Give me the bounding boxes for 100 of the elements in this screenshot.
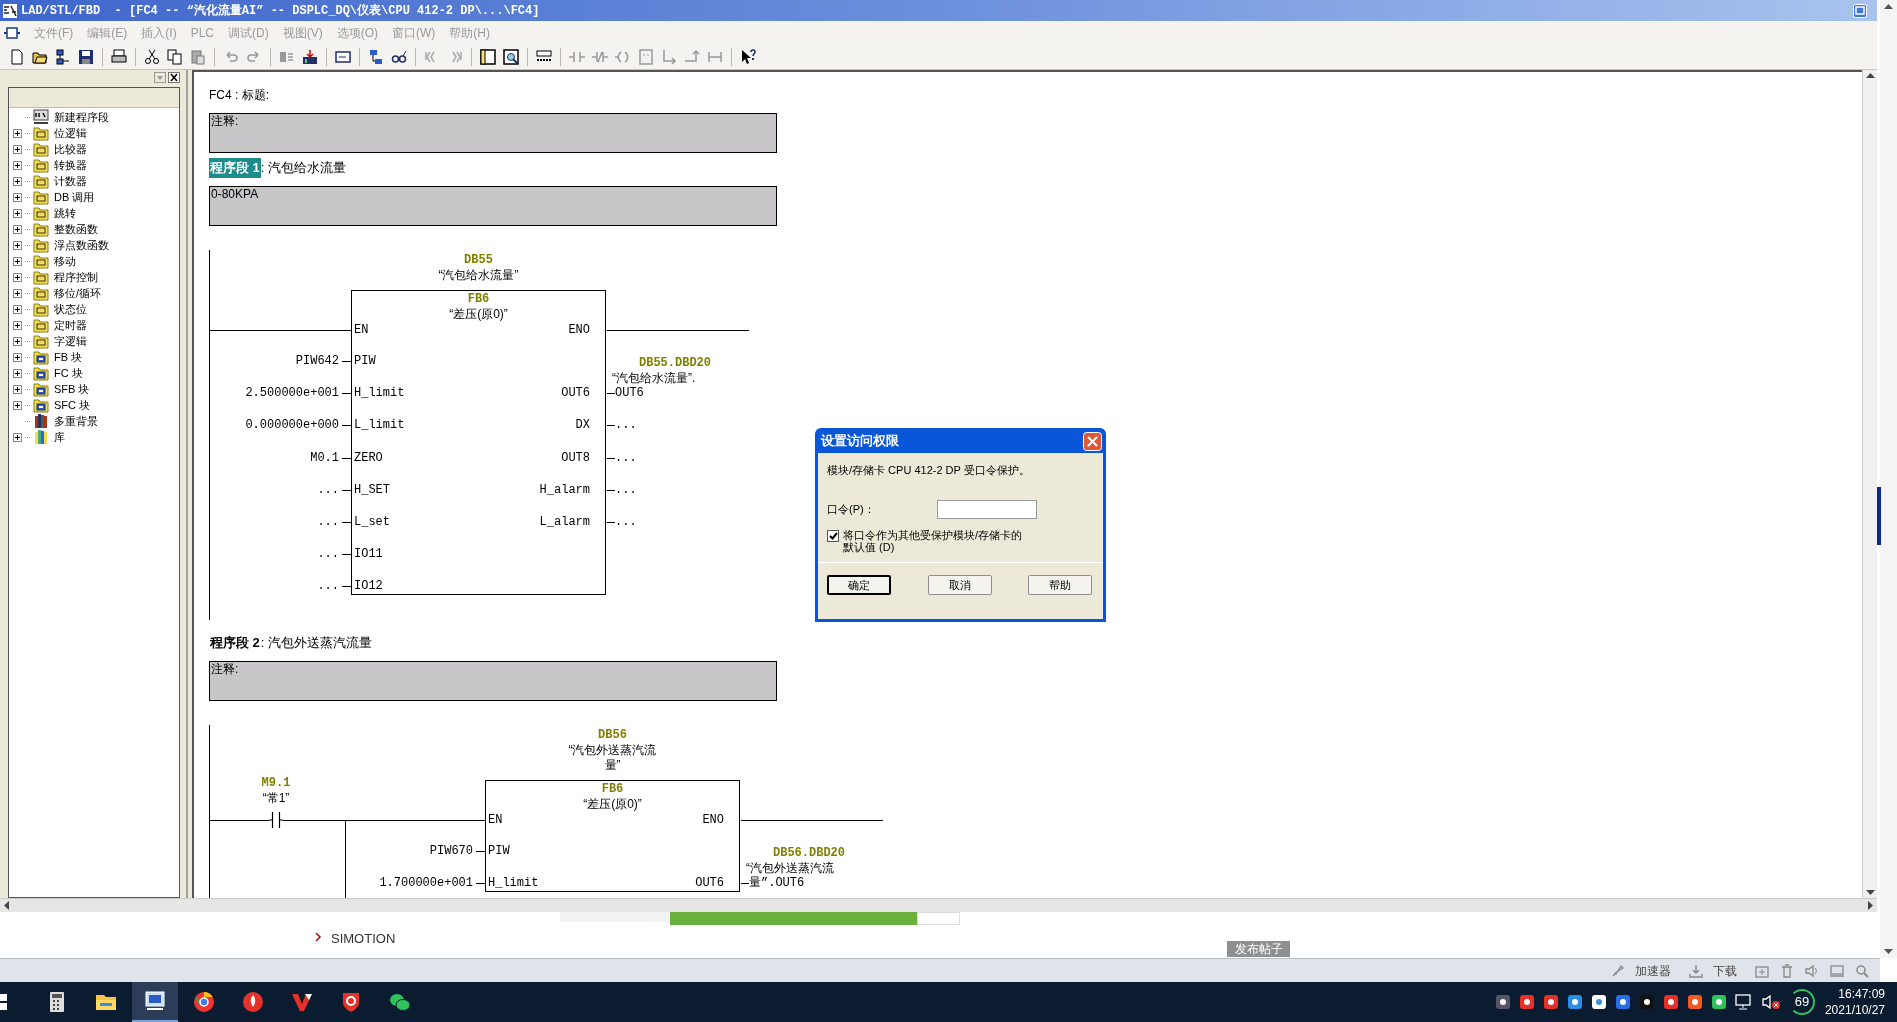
block-icon[interactable]: [4, 26, 20, 39]
expand-icon[interactable]: [13, 336, 22, 346]
expand-icon[interactable]: [13, 288, 22, 298]
tree-item[interactable]: 计数器: [54, 174, 87, 188]
expand-icon[interactable]: [13, 432, 22, 442]
expand-icon[interactable]: [13, 128, 22, 138]
dialog-button[interactable]: 取消: [927, 575, 992, 595]
comment-box[interactable]: 注释:: [209, 661, 777, 701]
maximize-icon[interactable]: [1853, 3, 1867, 18]
expand-icon[interactable]: [13, 320, 22, 330]
redo-icon[interactable]: [246, 48, 262, 65]
expand-icon[interactable]: [13, 240, 22, 250]
zoom-window-icon[interactable]: [503, 48, 519, 65]
tree-item[interactable]: 状态位: [54, 302, 87, 316]
expand-icon[interactable]: [13, 160, 22, 170]
undo-icon[interactable]: [223, 48, 239, 65]
expand-icon[interactable]: [13, 352, 22, 362]
expand-icon[interactable]: [13, 304, 22, 314]
scroll-up-icon[interactable]: [1865, 72, 1875, 78]
tree-item[interactable]: 多重背景: [54, 414, 98, 428]
tree-item[interactable]: 移动: [54, 254, 76, 268]
save-icon[interactable]: [78, 48, 94, 65]
tree-item[interactable]: 比较器: [54, 142, 87, 156]
scrollbar-thumb[interactable]: [1877, 487, 1881, 545]
cut-icon[interactable]: [144, 48, 160, 65]
expand-icon[interactable]: [13, 272, 22, 282]
expand-icon[interactable]: [13, 256, 22, 266]
new-file-icon[interactable]: [9, 48, 25, 65]
download-icon[interactable]: [302, 48, 318, 65]
network-node-icon[interactable]: [368, 48, 384, 65]
expand-icon[interactable]: [13, 400, 22, 410]
checkbox[interactable]: [827, 530, 839, 542]
expand-icon[interactable]: [13, 208, 22, 218]
help-icon[interactable]: [740, 48, 756, 65]
scroll-left-icon[interactable]: [3, 901, 9, 910]
tree-item[interactable]: 整数函数: [54, 222, 98, 236]
tree-item[interactable]: 程序控制: [54, 270, 98, 284]
window-icon[interactable]: [335, 48, 351, 65]
network-label[interactable]: 程序段 1: [209, 158, 261, 178]
tree-item[interactable]: FB 块: [54, 350, 83, 364]
monitor-icon[interactable]: [1734, 994, 1753, 1010]
tree-item[interactable]: DB 调用: [54, 190, 95, 204]
panel-layout-icon[interactable]: [480, 48, 496, 65]
comment-box[interactable]: 注释:: [209, 113, 777, 153]
tree-item[interactable]: 转换器: [54, 158, 87, 172]
circle-logo-icon: [192, 990, 216, 1014]
expand-icon[interactable]: [13, 144, 22, 154]
tree-item[interactable]: SFB 块: [54, 382, 90, 396]
coil-icon[interactable]: [615, 48, 631, 65]
app-icon[interactable]: [1542, 994, 1559, 1010]
scroll-down-icon[interactable]: [1884, 949, 1893, 955]
branch-close-icon[interactable]: [684, 48, 700, 65]
vertical-scrollbar[interactable]: [1862, 70, 1877, 898]
expand-icon[interactable]: [13, 224, 22, 234]
page-scrollbar[interactable]: [1880, 0, 1897, 958]
status-item[interactable]: 加速器: [1635, 961, 1671, 980]
taskbar-app-button[interactable]: [132, 982, 178, 1022]
tree-item[interactable]: 位逻辑: [54, 126, 87, 140]
scroll-up-icon[interactable]: [1884, 3, 1893, 9]
speaker-muted-icon[interactable]: [1760, 994, 1781, 1010]
clock-time[interactable]: 16:47:09: [1838, 986, 1885, 1002]
tree-item[interactable]: 新建程序段: [54, 110, 109, 124]
app-icon[interactable]: [1566, 994, 1583, 1010]
paste-icon[interactable]: [190, 48, 206, 65]
dialog-button[interactable]: 帮助: [1028, 575, 1092, 595]
tree-item[interactable]: 移位/循环: [54, 286, 102, 300]
comment-box[interactable]: 0-80KPA: [209, 186, 777, 226]
zoom-icon[interactable]: [1854, 962, 1870, 979]
tree-item[interactable]: FC 块: [54, 366, 83, 380]
captcha-field[interactable]: [560, 912, 670, 922]
close-icon[interactable]: [168, 72, 180, 83]
glasses-icon[interactable]: [391, 48, 407, 65]
expand-icon[interactable]: [13, 176, 22, 186]
app-icon[interactable]: [1686, 994, 1703, 1010]
branch-open-icon[interactable]: [661, 48, 677, 65]
tree-item[interactable]: 库: [54, 430, 65, 444]
nav-link[interactable]: SIMOTION: [331, 929, 396, 949]
app-icon[interactable]: [1638, 994, 1655, 1010]
printer-icon[interactable]: [111, 48, 127, 65]
clock-date[interactable]: 2021/10/27: [1824, 1002, 1885, 1018]
horizontal-scrollbar[interactable]: [0, 898, 1877, 912]
status-item[interactable]: 下载: [1713, 961, 1737, 980]
tree-item[interactable]: 定时器: [54, 318, 87, 332]
network-icon[interactable]: [55, 48, 71, 65]
dialog-button[interactable]: 确定: [827, 575, 891, 595]
expand-icon[interactable]: [13, 368, 22, 378]
network-label[interactable]: 程序段 2: [209, 633, 261, 653]
tree-item[interactable]: 跳转: [54, 206, 76, 220]
scroll-down-icon[interactable]: [1865, 890, 1875, 896]
tree-item[interactable]: 浮点数函数: [54, 238, 109, 252]
tree-item[interactable]: SFC 块: [54, 398, 91, 412]
scroll-right-icon[interactable]: [1868, 901, 1874, 910]
expand-icon[interactable]: [13, 192, 22, 202]
password-label: 口令(P)：: [827, 502, 876, 518]
tree-item[interactable]: 字逻辑: [54, 334, 87, 348]
copy-icon[interactable]: [167, 48, 183, 65]
windows-logo-icon[interactable]: [0, 994, 8, 1010]
password-field[interactable]: [937, 500, 1037, 519]
folder-icon: [33, 269, 49, 285]
expand-icon[interactable]: [13, 384, 22, 394]
